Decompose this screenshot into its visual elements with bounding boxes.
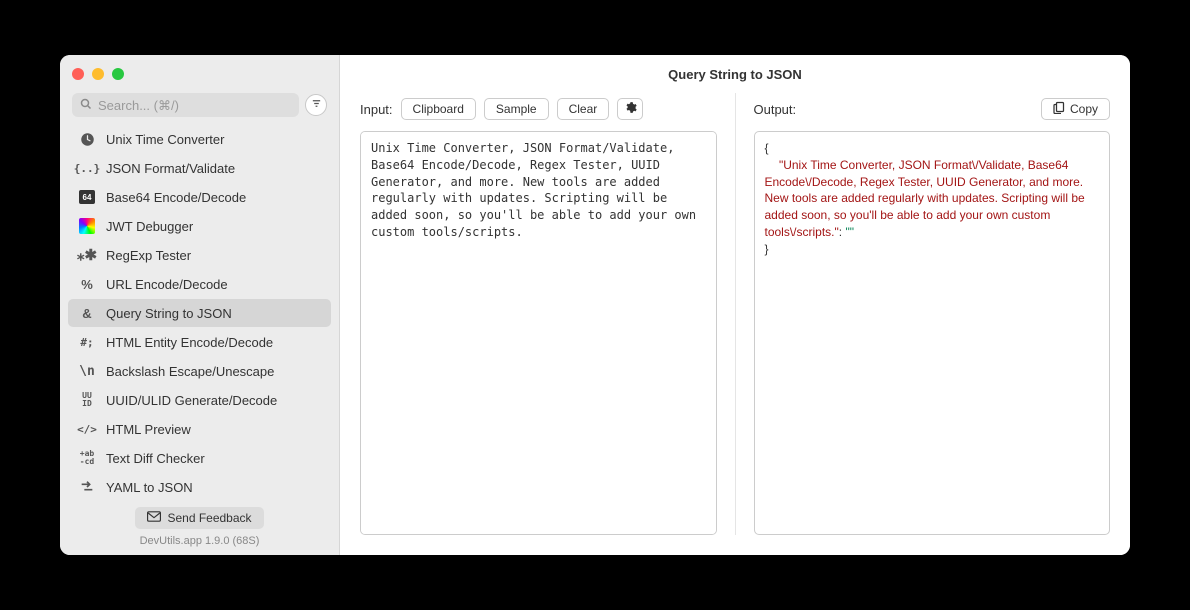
sidebar-item-html-entity[interactable]: #; HTML Entity Encode/Decode <box>68 328 331 356</box>
output-textarea[interactable]: { "Unix Time Converter, JSON Format\/Val… <box>754 131 1111 535</box>
main-body: Input: Clipboard Sample Clear <box>340 93 1130 555</box>
sidebar-item-uuid[interactable]: UUID UUID/ULID Generate/Decode <box>68 386 331 414</box>
sidebar-item-label: UUID/ULID Generate/Decode <box>106 393 277 408</box>
mail-icon <box>147 511 161 525</box>
app-window: Unix Time Converter {..} JSON Format/Val… <box>60 55 1130 555</box>
sidebar-item-label: URL Encode/Decode <box>106 277 228 292</box>
sidebar-item-base64[interactable]: 64 Base64 Encode/Decode <box>68 183 331 211</box>
search-box[interactable] <box>72 93 299 117</box>
uuid-icon: UUID <box>78 391 96 409</box>
hash-icon: #; <box>78 333 96 351</box>
sidebar-item-label: Text Diff Checker <box>106 451 205 466</box>
search-input[interactable] <box>98 98 291 113</box>
asterisk-icon: ⁎✱ <box>78 246 96 264</box>
braces-icon: {..} <box>78 159 96 177</box>
gear-icon <box>624 101 637 117</box>
diff-icon: +ab-cd <box>78 449 96 467</box>
sidebar-item-json-format[interactable]: {..} JSON Format/Validate <box>68 154 331 182</box>
clipboard-button[interactable]: Clipboard <box>401 98 476 120</box>
sidebar-item-unix-time[interactable]: Unix Time Converter <box>68 125 331 153</box>
code-icon: </> <box>78 420 96 438</box>
output-label: Output: <box>754 102 797 117</box>
sidebar-item-label: JSON Format/Validate <box>106 161 235 176</box>
search-row <box>60 93 339 125</box>
filter-button[interactable] <box>305 94 327 116</box>
output-panel: Output: Copy { "Unix Time Converter, JSO… <box>736 93 1111 535</box>
sidebar-item-label: Unix Time Converter <box>106 132 224 147</box>
sidebar-item-label: RegExp Tester <box>106 248 191 263</box>
input-label: Input: <box>360 102 393 117</box>
sidebar-item-regexp[interactable]: ⁎✱ RegExp Tester <box>68 241 331 269</box>
sidebar-item-jwt[interactable]: JWT Debugger <box>68 212 331 240</box>
sidebar-item-label: Query String to JSON <box>106 306 232 321</box>
filter-icon <box>311 98 322 112</box>
traffic-lights <box>72 68 124 80</box>
window-title: Query String to JSON <box>340 55 1130 93</box>
arrow-right-icon <box>78 478 96 496</box>
sidebar-item-label: YAML to JSON <box>106 480 193 495</box>
clear-button[interactable]: Clear <box>557 98 610 120</box>
close-window-button[interactable] <box>72 68 84 80</box>
sidebar-item-backslash[interactable]: \n Backslash Escape/Unescape <box>68 357 331 385</box>
feedback-label: Send Feedback <box>167 511 251 525</box>
sidebar-item-text-diff[interactable]: +ab-cd Text Diff Checker <box>68 444 331 472</box>
sidebar-item-label: Backslash Escape/Unescape <box>106 364 274 379</box>
sidebar-item-label: Base64 Encode/Decode <box>106 190 246 205</box>
copy-button[interactable]: Copy <box>1041 98 1110 120</box>
clock-icon <box>78 130 96 148</box>
sidebar-footer: Send Feedback DevUtils.app 1.9.0 (68S) <box>60 499 339 555</box>
sidebar-item-html-preview[interactable]: </> HTML Preview <box>68 415 331 443</box>
sample-button[interactable]: Sample <box>484 98 549 120</box>
output-header: Output: Copy <box>754 93 1111 125</box>
percent-icon: % <box>78 275 96 293</box>
copy-label: Copy <box>1070 102 1098 116</box>
minimize-window-button[interactable] <box>92 68 104 80</box>
sidebar-list: Unix Time Converter {..} JSON Format/Val… <box>60 125 339 499</box>
search-icon <box>80 98 92 113</box>
sidebar-item-url-encode[interactable]: % URL Encode/Decode <box>68 270 331 298</box>
ampersand-icon: & <box>78 304 96 322</box>
jwt-icon <box>78 217 96 235</box>
copy-icon <box>1053 101 1065 117</box>
version-text: DevUtils.app 1.9.0 (68S) <box>68 535 331 547</box>
sidebar-item-yaml-json[interactable]: YAML to JSON <box>68 473 331 499</box>
maximize-window-button[interactable] <box>112 68 124 80</box>
sidebar-item-label: HTML Entity Encode/Decode <box>106 335 273 350</box>
input-panel: Input: Clipboard Sample Clear <box>360 93 736 535</box>
send-feedback-button[interactable]: Send Feedback <box>135 507 263 529</box>
main-content: Query String to JSON Input: Clipboard Sa… <box>340 55 1130 555</box>
titlebar <box>60 55 339 93</box>
input-textarea[interactable] <box>371 140 706 526</box>
backslash-icon: \n <box>78 362 96 380</box>
input-textarea-box <box>360 131 717 535</box>
sidebar: Unix Time Converter {..} JSON Format/Val… <box>60 55 340 555</box>
base64-icon: 64 <box>78 188 96 206</box>
sidebar-item-label: HTML Preview <box>106 422 191 437</box>
settings-button[interactable] <box>617 98 643 120</box>
sidebar-item-label: JWT Debugger <box>106 219 193 234</box>
input-header: Input: Clipboard Sample Clear <box>360 93 717 125</box>
sidebar-item-query-string[interactable]: & Query String to JSON <box>68 299 331 327</box>
